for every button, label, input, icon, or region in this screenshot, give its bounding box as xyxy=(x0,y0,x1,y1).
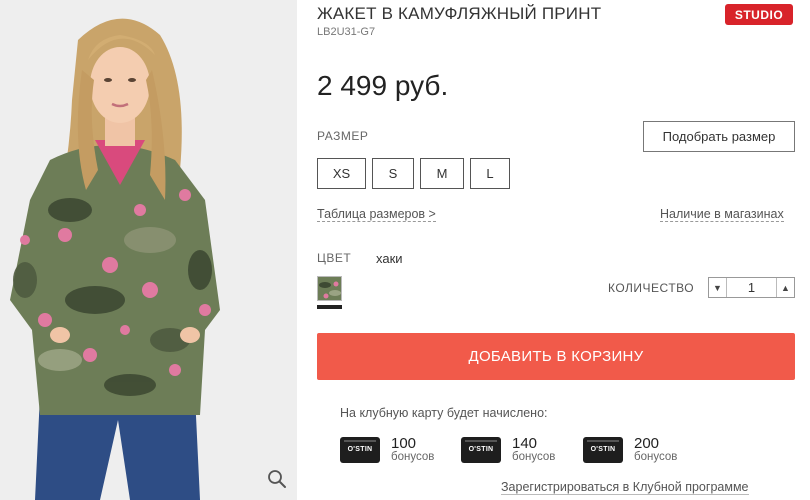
bonus-item: O'STIN 200 бонусов xyxy=(583,436,677,464)
store-availability-link[interactable]: Наличие в магазинах xyxy=(660,207,784,222)
color-swatch-khaki[interactable] xyxy=(317,276,342,301)
size-label: РАЗМЕР xyxy=(317,129,369,143)
quantity-stepper: ▼ 1 ▲ xyxy=(708,277,795,298)
bonus-amount: 140 xyxy=(512,435,538,452)
product-sku: LB2U31-G7 xyxy=(317,26,376,38)
bonus-amount: 100 xyxy=(391,435,417,452)
bonus-item: O'STIN 140 бонусов xyxy=(461,436,555,464)
club-register-link[interactable]: Зарегистрироваться в Клубной программе xyxy=(501,480,749,495)
product-title: ЖАКЕТ В КАМУФЛЯЖНЫЙ ПРИНТ xyxy=(317,4,602,23)
club-card-icon: O'STIN xyxy=(461,436,501,463)
product-photo[interactable] xyxy=(0,0,297,500)
size-table-link[interactable]: Таблица размеров > xyxy=(317,207,436,222)
quantity-value[interactable]: 1 xyxy=(727,280,776,295)
triangle-down-icon[interactable]: ▼ xyxy=(709,278,727,297)
size-option-xs[interactable]: XS xyxy=(317,158,366,189)
studio-badge: STUDIO xyxy=(725,4,793,25)
size-option-s[interactable]: S xyxy=(372,158,414,189)
bonus-amount: 200 xyxy=(634,435,660,452)
card-brand: O'STIN xyxy=(347,446,373,454)
card-brand: O'STIN xyxy=(590,446,616,454)
bonus-unit: бонусов xyxy=(512,451,556,463)
triangle-up-icon[interactable]: ▲ xyxy=(776,278,794,297)
swatch-selected-indicator xyxy=(317,305,342,309)
bonus-unit: бонусов xyxy=(391,451,435,463)
color-value: хаки xyxy=(376,251,403,266)
magnifier-icon[interactable] xyxy=(264,466,290,492)
card-brand: O'STIN xyxy=(468,446,494,454)
color-label: ЦВЕТ xyxy=(317,251,352,265)
product-image-panel xyxy=(0,0,297,500)
club-card-icon: O'STIN xyxy=(583,436,623,463)
add-to-cart-button[interactable]: ДОБАВИТЬ В КОРЗИНУ xyxy=(317,333,795,380)
club-card-icon: O'STIN xyxy=(340,436,380,463)
bonus-item: O'STIN 100 бонусов xyxy=(340,436,434,464)
quantity-label: КОЛИЧЕСТВО xyxy=(608,281,695,295)
bonus-caption: На клубную карту будет начислено: xyxy=(340,406,548,420)
find-size-button[interactable]: Подобрать размер xyxy=(643,121,795,152)
bonus-unit: бонусов xyxy=(634,451,678,463)
size-option-l[interactable]: L xyxy=(470,158,510,189)
product-price: 2 499 руб. xyxy=(317,70,449,101)
size-options: XS S M L xyxy=(317,158,510,189)
size-option-m[interactable]: M xyxy=(420,158,464,189)
